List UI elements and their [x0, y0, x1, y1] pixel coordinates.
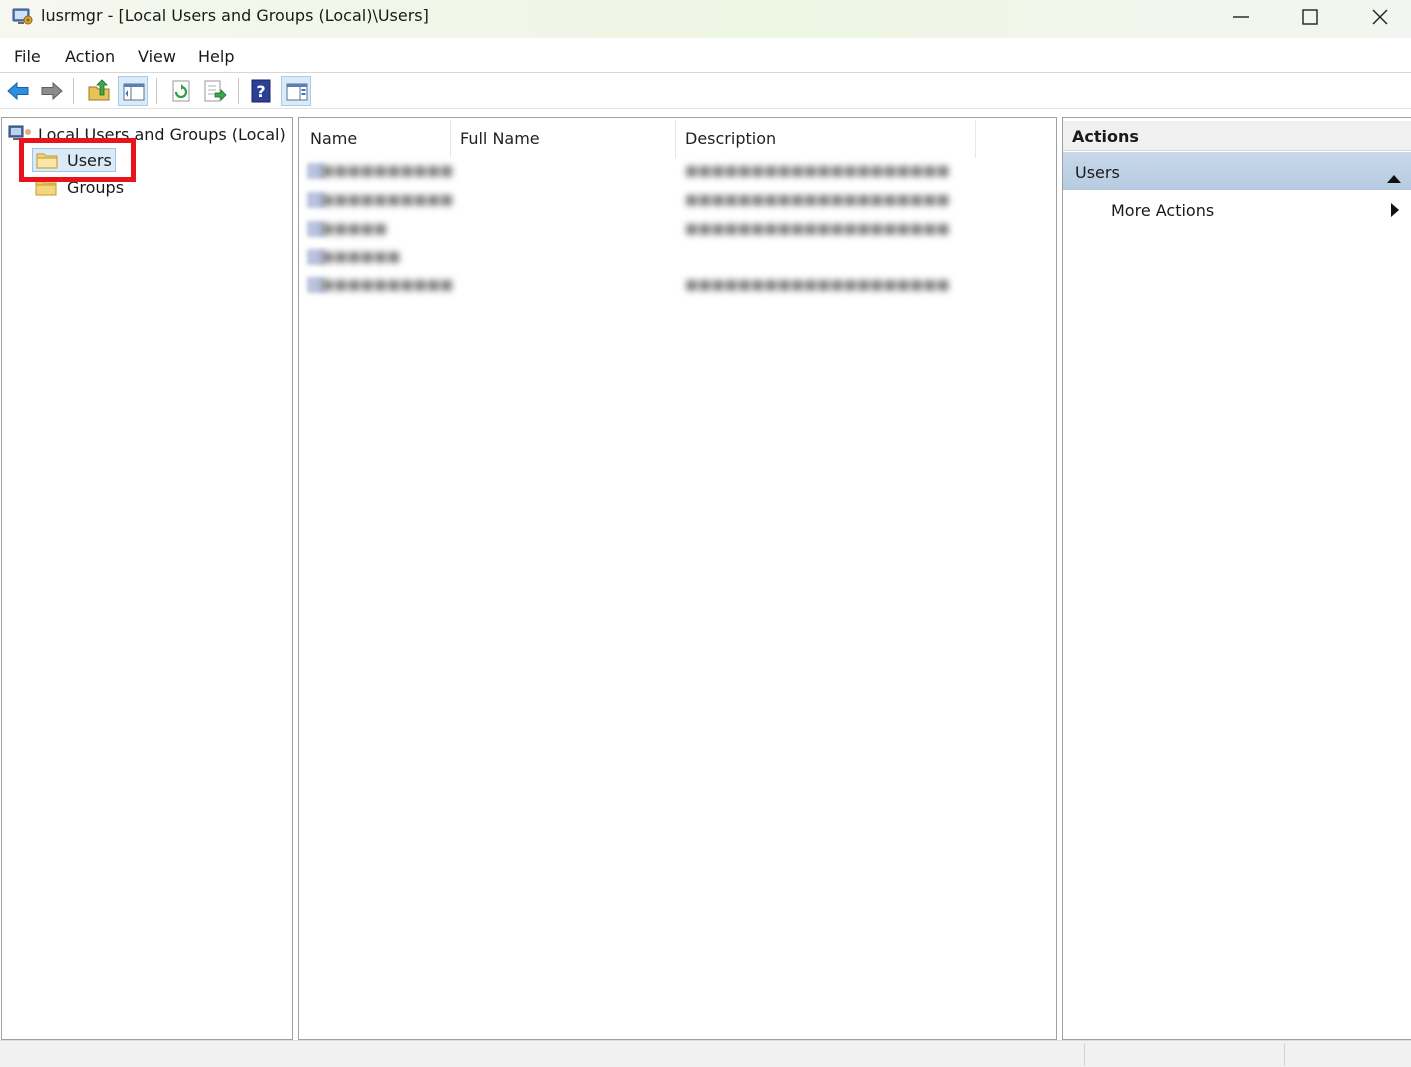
action-more-actions[interactable]: More Actions [1063, 192, 1411, 226]
table-row[interactable]: ■■■■■■■■■■ ■■■■■■■■■■■■■■■■■■■■ [307, 190, 967, 210]
help-button[interactable]: ? [246, 76, 276, 106]
actions-header: Actions [1063, 121, 1411, 151]
column-header-name[interactable]: Name [310, 129, 357, 148]
minimize-button[interactable] [1213, 0, 1269, 34]
console-tree-pane: Local Users and Groups (Local) Users Gro… [1, 117, 293, 1040]
show-hide-console-tree-button[interactable] [118, 76, 148, 106]
column-divider[interactable] [975, 120, 976, 158]
redacted-text: ■■■■■■■■■■■■■■■■■■■■ [685, 163, 950, 179]
close-button[interactable] [1352, 0, 1408, 34]
redacted-text: ■■■■■■ [321, 249, 401, 265]
actions-section-users[interactable]: Users [1063, 152, 1411, 190]
menu-file[interactable]: File [14, 47, 41, 66]
menu-help[interactable]: Help [198, 47, 234, 66]
redacted-text: ■■■■■■■■■■■■■■■■■■■■ [685, 221, 950, 237]
show-hide-console-tree-icon [123, 83, 145, 101]
submenu-arrow-icon [1391, 202, 1399, 221]
export-list-button[interactable] [200, 76, 230, 106]
back-button[interactable] [3, 76, 33, 106]
redacted-text: ■■■■■■■■■■ [321, 192, 454, 208]
redacted-text: ■■■■■■■■■■■■■■■■■■■■ [685, 192, 950, 208]
window-title: lusrmgr - [Local Users and Groups (Local… [41, 6, 429, 25]
column-divider[interactable] [675, 120, 676, 158]
show-hide-action-pane-button[interactable] [281, 76, 311, 106]
toolbar-divider [0, 108, 1411, 109]
status-divider [1284, 1044, 1285, 1066]
redacted-text: ■■■■■■■■■■ [321, 277, 454, 293]
column-header-description[interactable]: Description [685, 129, 776, 148]
actions-title: Actions [1072, 127, 1139, 146]
toolbar-separator [156, 78, 157, 104]
menu-bar: File Action View Help [0, 40, 1411, 72]
table-row[interactable]: ■■■■■■■■■■ ■■■■■■■■■■■■■■■■■■■■ [307, 275, 967, 295]
close-icon [1372, 9, 1388, 25]
up-folder-icon [88, 79, 110, 101]
refresh-icon [172, 80, 190, 102]
collapse-up-icon[interactable] [1387, 168, 1401, 187]
help-icon: ? [251, 79, 271, 103]
maximize-button[interactable] [1282, 0, 1338, 34]
refresh-button[interactable] [166, 76, 196, 106]
actions-section-label: Users [1075, 163, 1120, 182]
back-arrow-icon [7, 81, 29, 101]
table-row[interactable]: ■■■■■■ [307, 247, 967, 267]
action-more-actions-label: More Actions [1111, 201, 1215, 220]
minimize-icon [1233, 16, 1249, 18]
computer-management-icon[interactable] [10, 4, 36, 30]
show-hide-action-pane-icon [286, 83, 308, 101]
redacted-text: ■■■■■■■■■■■■■■■■■■■■ [685, 277, 950, 293]
redacted-text: ■■■■■■■■■■ [321, 163, 454, 179]
maximize-icon [1302, 9, 1318, 25]
forward-arrow-icon [41, 81, 63, 101]
results-list-pane: Name Full Name Description ■■■■■■■■■■ ■■… [298, 117, 1057, 1040]
folder-icon [35, 179, 57, 200]
svg-text:?: ? [256, 82, 265, 101]
column-header-full-name[interactable]: Full Name [460, 129, 540, 148]
table-row[interactable]: ■■■■■ ■■■■■■■■■■■■■■■■■■■■ [307, 219, 967, 239]
forward-button[interactable] [37, 76, 67, 106]
export-list-icon [204, 80, 227, 102]
column-divider[interactable] [450, 120, 451, 158]
status-bar [0, 1040, 1411, 1067]
status-divider [1084, 1044, 1085, 1066]
redacted-text: ■■■■■ [321, 221, 388, 237]
highlight-annotation-box [19, 138, 136, 182]
up-one-level-button[interactable] [84, 76, 114, 106]
title-bar: lusrmgr - [Local Users and Groups (Local… [0, 0, 1411, 38]
toolbar-separator [238, 78, 239, 104]
table-row[interactable]: ■■■■■■■■■■ ■■■■■■■■■■■■■■■■■■■■ [307, 161, 967, 181]
toolbar-separator [73, 78, 74, 104]
menu-view[interactable]: View [138, 47, 176, 66]
menu-action[interactable]: Action [65, 47, 115, 66]
toolbar: ? [0, 73, 1411, 108]
actions-pane: Actions Users More Actions [1062, 117, 1411, 1040]
